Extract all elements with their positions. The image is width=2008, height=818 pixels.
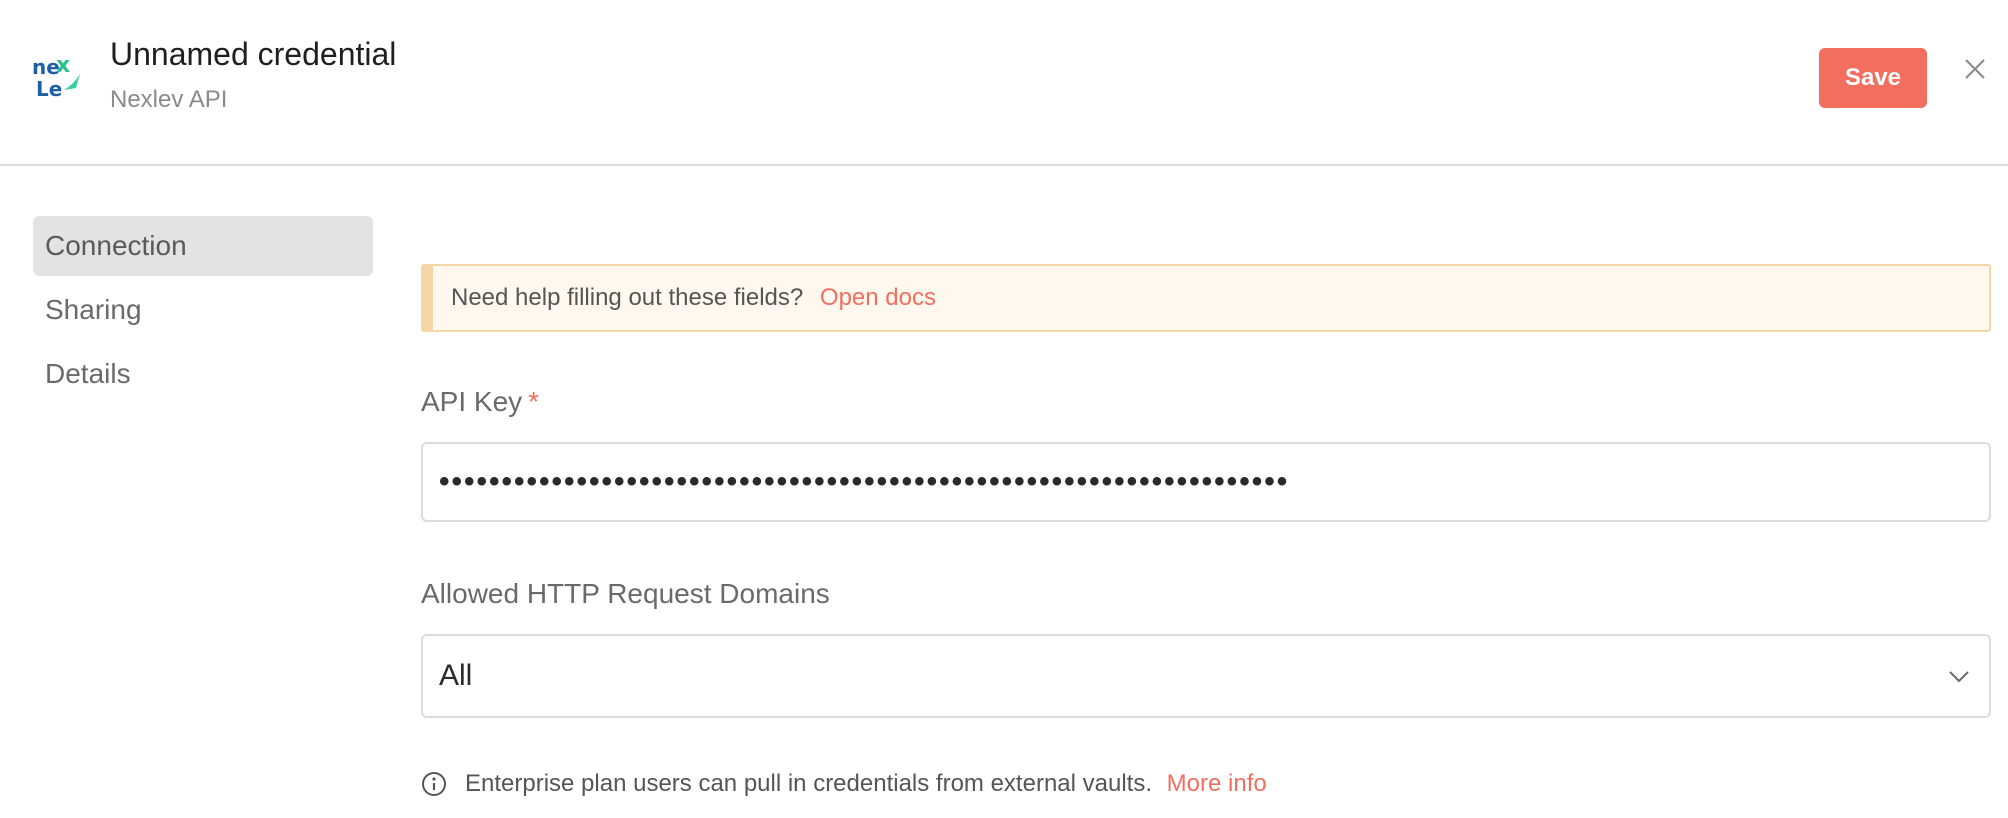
domains-selected-value: All <box>439 659 473 692</box>
sidebar-item-details[interactable]: Details <box>33 344 373 404</box>
chevron-down-icon <box>1949 671 1969 683</box>
open-docs-link[interactable]: Open docs <box>820 284 936 311</box>
save-button[interactable]: Save <box>1819 48 1927 108</box>
api-key-input[interactable]: ••••••••••••••••••••••••••••••••••••••••… <box>421 442 1991 522</box>
vault-info-text: Enterprise plan users can pull in creden… <box>465 770 1152 797</box>
api-key-value: ••••••••••••••••••••••••••••••••••••••••… <box>439 465 1290 498</box>
help-notice-text: Need help filling out these fields? <box>451 284 804 311</box>
info-icon <box>422 772 446 796</box>
vault-info: Enterprise plan users can pull in creden… <box>421 766 1991 802</box>
domains-label: Allowed HTTP Request Domains <box>421 578 830 609</box>
help-notice: Need help filling out these fields? Open… <box>421 264 1991 332</box>
close-icon[interactable] <box>1960 54 1990 84</box>
nexlev-logo-icon: ne x Le <box>32 54 80 100</box>
svg-text:Le: Le <box>36 77 62 100</box>
sidebar: Connection Sharing Details <box>33 216 373 408</box>
sidebar-item-connection[interactable]: Connection <box>33 216 373 276</box>
page-subtitle: Nexlev API <box>110 86 228 113</box>
main-content: Need help filling out these fields? Open… <box>421 264 1991 802</box>
page-title: Unnamed credential <box>110 36 397 72</box>
api-key-label-text: API Key <box>421 386 523 417</box>
required-mark: * <box>528 386 540 417</box>
modal-header: ne x Le Unnamed credential Nexlev API Sa… <box>0 0 2008 166</box>
api-key-label: API Key * <box>421 382 1991 422</box>
sidebar-item-sharing[interactable]: Sharing <box>33 280 373 340</box>
svg-text:x: x <box>56 54 70 78</box>
domains-select[interactable]: All <box>421 634 1991 718</box>
more-info-link[interactable]: More info <box>1167 770 1267 797</box>
